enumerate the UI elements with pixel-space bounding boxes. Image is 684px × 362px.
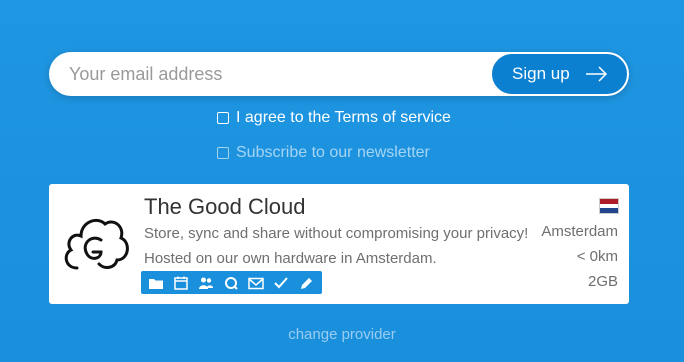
provider-card[interactable]: The Good Cloud Store, sync and share wit…	[49, 184, 629, 304]
terms-label: I agree to the Terms of service	[236, 109, 451, 126]
calendar-icon	[173, 276, 189, 290]
newsletter-label: Subscribe to our newsletter	[236, 144, 430, 161]
newsletter-checkbox-row[interactable]: Subscribe to our newsletter	[217, 143, 430, 163]
terms-checkbox-row[interactable]: I agree to the Terms of service	[217, 108, 451, 128]
provider-name: The Good Cloud	[144, 194, 306, 219]
signup-button-label: Sign up	[512, 64, 570, 83]
provider-description: Store, sync and share without compromisi…	[144, 225, 529, 267]
newsletter-checkbox[interactable]	[217, 147, 229, 159]
tasks-icon	[273, 276, 289, 290]
mail-icon	[248, 276, 264, 290]
email-input[interactable]	[49, 52, 489, 96]
signup-form: Sign up	[49, 52, 629, 96]
netherlands-flag	[599, 198, 619, 214]
provider-location: Amsterdam	[541, 223, 618, 240]
contacts-icon	[198, 276, 214, 290]
change-provider-link[interactable]: change provider	[0, 326, 684, 343]
provider-distance: < 0km	[576, 248, 618, 265]
terms-checkbox[interactable]	[217, 112, 229, 124]
talk-icon	[223, 276, 239, 290]
arrow-right-icon	[586, 66, 608, 82]
feature-bar	[141, 271, 322, 294]
provider-storage: 2GB	[587, 273, 618, 290]
provider-logo-icon	[64, 219, 129, 270]
folder-icon	[148, 276, 164, 290]
notes-icon	[298, 276, 314, 290]
signup-button[interactable]: Sign up	[491, 53, 628, 95]
